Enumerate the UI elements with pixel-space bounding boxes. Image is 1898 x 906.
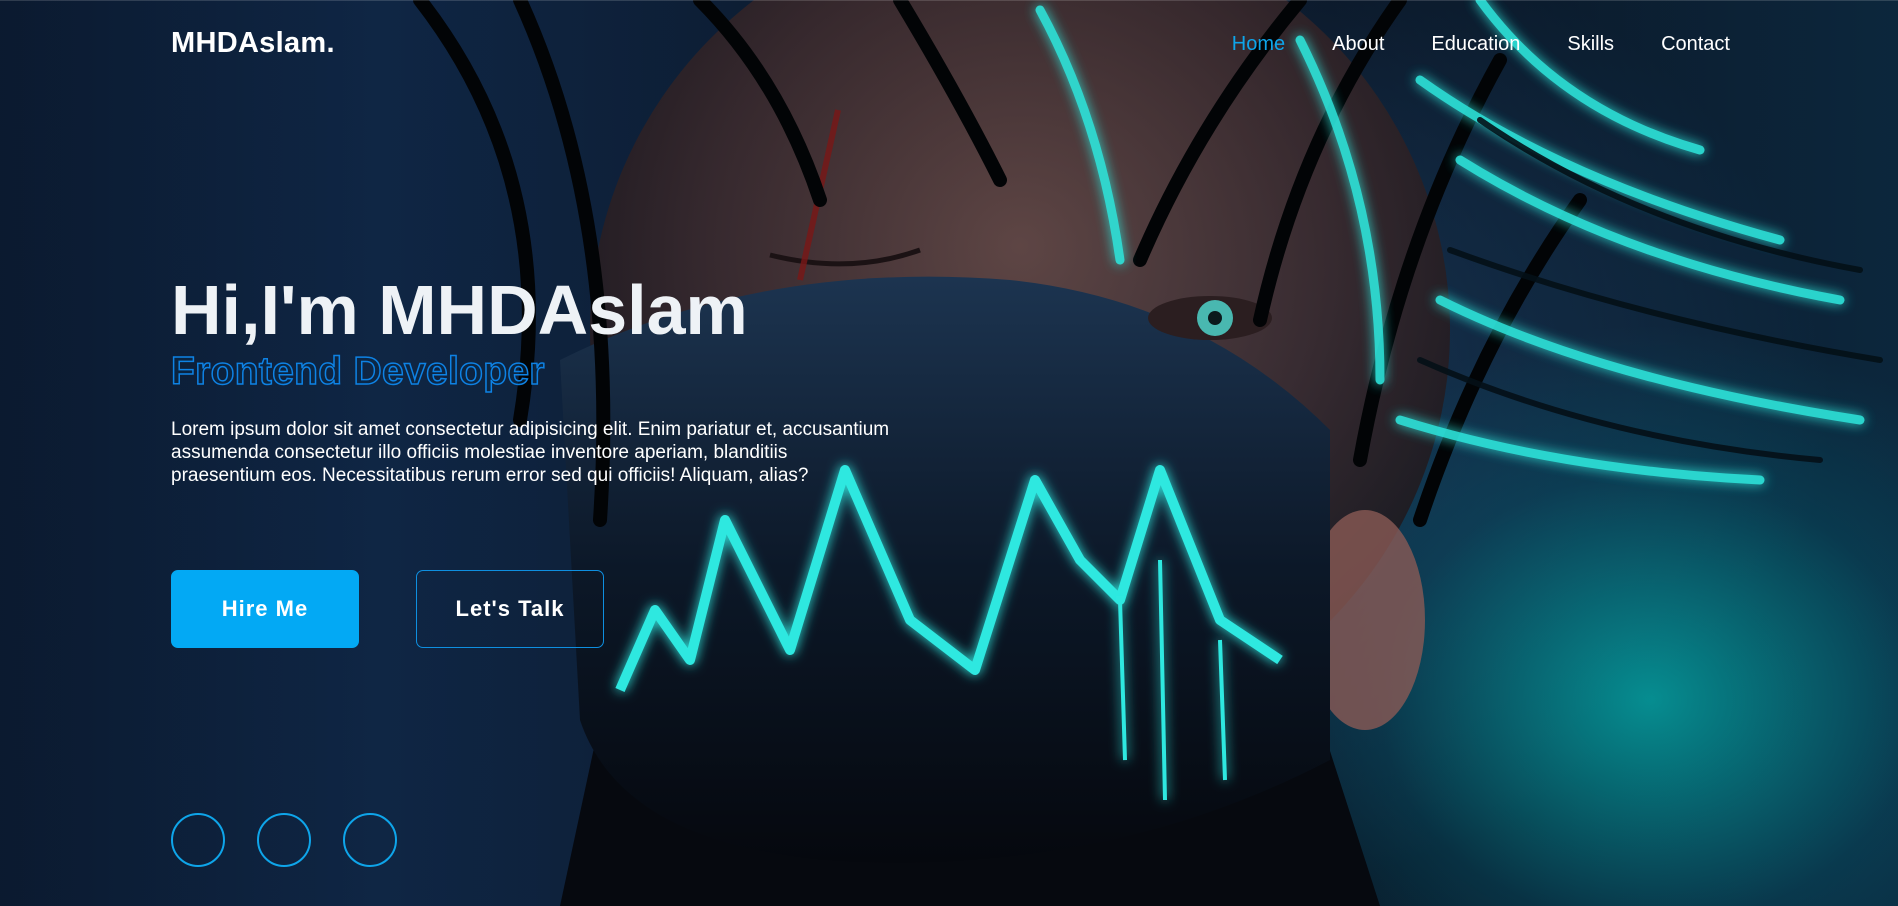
social-icon-1[interactable] [171, 813, 225, 867]
social-links [171, 813, 397, 867]
hero-description: Lorem ipsum dolor sit amet consectetur a… [171, 419, 890, 486]
hero-buttons: Hire Me Let's Talk [171, 570, 604, 648]
nav-link-about[interactable]: About [1332, 33, 1384, 56]
lets-talk-button[interactable]: Let's Talk [416, 570, 604, 648]
hero-title: Hi,I'm MHDAslam [171, 271, 748, 349]
nav-link-contact[interactable]: Contact [1661, 33, 1730, 56]
hire-me-button[interactable]: Hire Me [171, 570, 359, 648]
navbar: MHDAslam. Home About Education Skills Co… [0, 0, 1898, 87]
nav-menu: Home About Education Skills Contact [1232, 33, 1730, 56]
hero-section: MHDAslam. Home About Education Skills Co… [0, 0, 1898, 906]
social-icon-3[interactable] [343, 813, 397, 867]
nav-link-skills[interactable]: Skills [1567, 33, 1614, 56]
social-icon-2[interactable] [257, 813, 311, 867]
hero-subtitle: Frontend Developer [170, 349, 545, 394]
nav-link-home[interactable]: Home [1232, 33, 1285, 56]
nav-link-education[interactable]: Education [1431, 33, 1520, 56]
site-logo[interactable]: MHDAslam. [171, 27, 335, 60]
hero-content: Hi,I'm MHDAslam Frontend Developer Lorem… [170, 270, 891, 487]
